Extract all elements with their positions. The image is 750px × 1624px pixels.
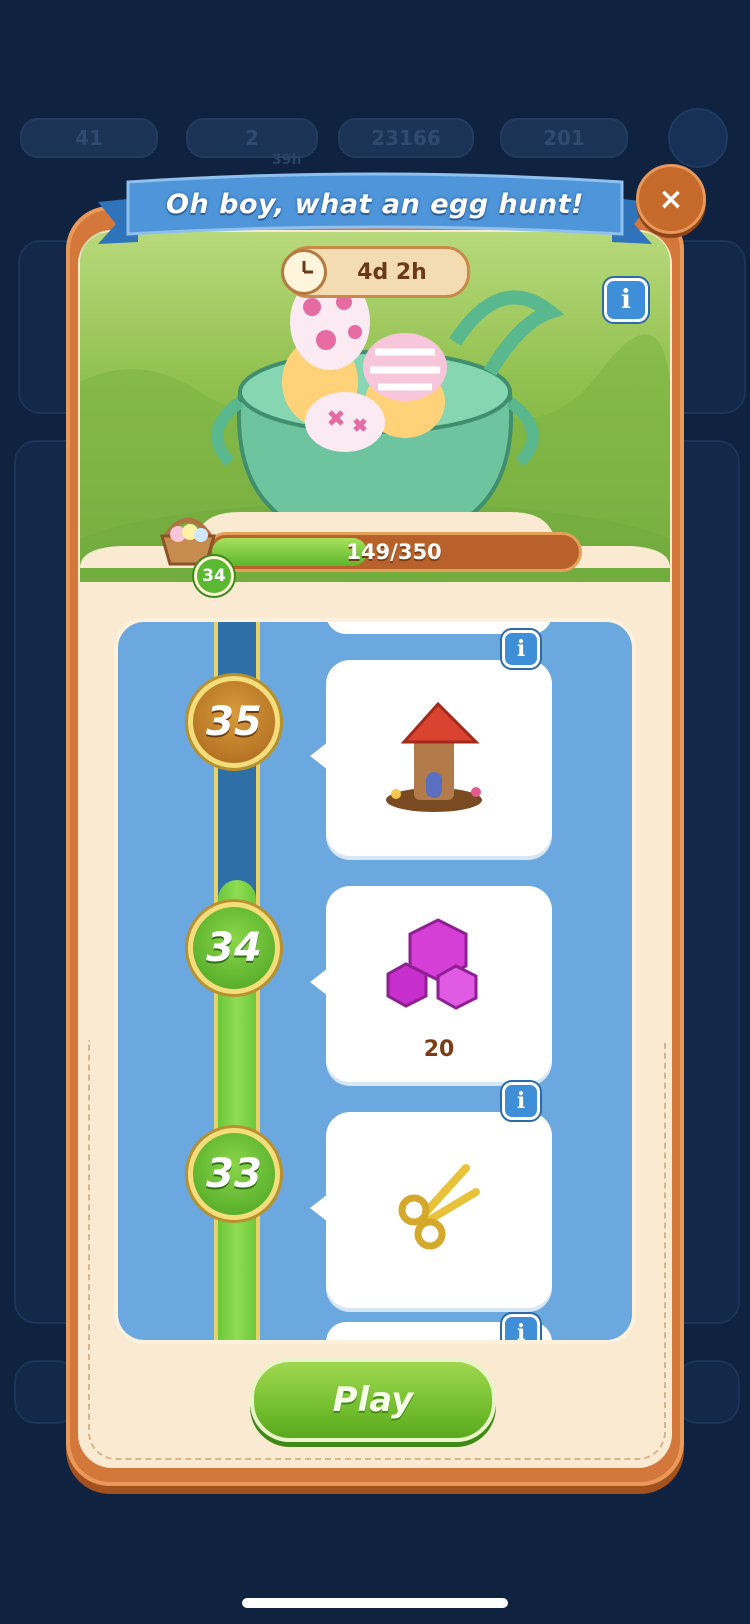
reward-info-button-35[interactable]: i	[502, 630, 540, 668]
bg-bottom-tile-right	[676, 1360, 740, 1424]
reward-amount: 20	[423, 1037, 455, 1062]
bg-level-pill: 41	[20, 118, 158, 158]
close-icon: ×	[658, 181, 684, 217]
reward-info-button-33[interactable]: i	[502, 1082, 540, 1120]
event-progress-bar: 149/350	[206, 532, 582, 572]
timer-text: 4d 2h	[357, 259, 427, 285]
golden-scissors-icon	[398, 1164, 480, 1250]
reward-card-34[interactable]: 20	[310, 886, 552, 1082]
clock-icon	[281, 249, 327, 295]
bg-level-value: 41	[75, 126, 103, 150]
gems-icon	[386, 918, 478, 1010]
home-indicator[interactable]	[242, 1598, 508, 1608]
progress-text: 149/350	[346, 540, 442, 564]
bg-gems-value: 201	[543, 126, 585, 150]
close-button[interactable]: ×	[636, 164, 706, 234]
bg-energy-timer: 39h	[272, 152, 302, 168]
gnome-house-icon	[386, 701, 482, 812]
play-button[interactable]: Play	[250, 1358, 496, 1442]
event-title: Oh boy, what an egg hunt!	[166, 188, 584, 220]
reward-info-button-32[interactable]: i	[502, 1314, 540, 1344]
bg-settings-icon	[668, 108, 728, 168]
info-icon: i	[516, 1320, 526, 1344]
event-timer: 4d 2h	[281, 246, 470, 298]
info-icon: i	[516, 636, 526, 662]
play-label: Play	[332, 1380, 414, 1420]
info-icon: i	[621, 285, 631, 315]
bg-coins-value: 23166	[371, 126, 441, 150]
current-level-badge: 34	[194, 556, 234, 596]
bg-gems-pill: 201	[500, 118, 628, 158]
level-node-35: 35	[188, 676, 280, 768]
reward-card-35[interactable]	[310, 660, 552, 856]
reward-card-33[interactable]	[310, 1112, 552, 1308]
level-node-33: 33	[188, 1128, 280, 1220]
bg-coins-pill: 23166	[338, 118, 474, 158]
level-number: 34	[206, 925, 262, 971]
level-number: 35	[206, 699, 262, 745]
info-icon: i	[516, 1088, 526, 1114]
level-number: 33	[206, 1151, 262, 1197]
reward-track: i 35 20 34 i 33 i	[114, 618, 636, 1344]
event-info-button[interactable]: i	[604, 278, 648, 322]
bg-energy-value: 2	[245, 126, 259, 150]
level-node-34: 34	[188, 902, 280, 994]
